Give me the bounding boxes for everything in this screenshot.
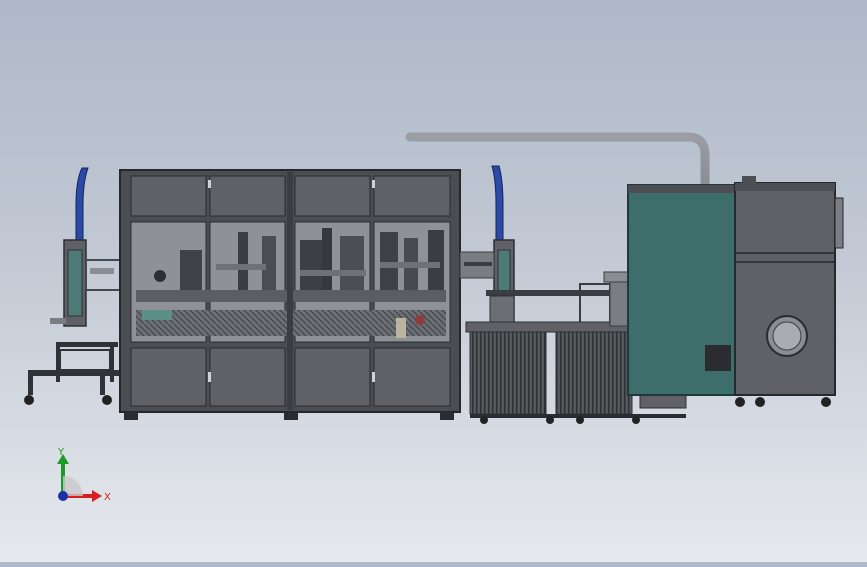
lower-panel — [294, 347, 371, 407]
stacker-head — [489, 295, 515, 325]
duct-end-cap — [405, 132, 415, 142]
conveyor-beam — [486, 290, 630, 296]
dust-collector[interactable] — [734, 176, 844, 407]
collector-body — [734, 182, 836, 396]
collector-wheel — [821, 397, 831, 407]
collector-port-inner — [772, 321, 802, 351]
tower-window — [67, 249, 83, 317]
door-handle — [372, 372, 375, 382]
blue-arm — [75, 167, 89, 249]
teal-cabinet[interactable] — [627, 184, 739, 396]
x-axis-arrowhead — [92, 490, 102, 502]
lower-panel — [373, 347, 451, 407]
blue-arm — [491, 165, 504, 249]
stacker-foot — [546, 416, 554, 424]
cart-top-rail — [56, 342, 118, 347]
stacker-bin-right — [555, 331, 633, 415]
stacker-foot — [632, 416, 640, 424]
main-enclosure[interactable] — [119, 169, 461, 420]
leveling-foot — [440, 412, 454, 420]
collector-cap — [742, 176, 756, 184]
cart-frame — [59, 349, 111, 371]
coordinate-triad[interactable]: Y X — [57, 447, 111, 503]
collector-side-box — [834, 197, 844, 249]
top-panel — [130, 175, 207, 217]
stacker-foot — [480, 416, 488, 424]
door-handle — [208, 372, 211, 382]
teal-cabinet-top — [628, 185, 738, 193]
top-panel — [373, 175, 451, 217]
leveling-foot — [284, 412, 298, 420]
cad-viewport[interactable]: UW Y X — [0, 0, 867, 562]
cart-leg — [28, 370, 33, 395]
stacker-foot — [576, 416, 584, 424]
x-axis-label: X — [104, 492, 111, 503]
transfer-rail — [464, 262, 492, 266]
tower-bracket — [85, 259, 121, 291]
collector-top — [735, 183, 835, 191]
tower-foot — [50, 318, 66, 324]
door-handle — [208, 180, 211, 188]
z-axis-dot — [58, 491, 68, 501]
cart-leg — [100, 370, 105, 395]
lower-panel — [209, 347, 286, 407]
center-mullion — [287, 172, 293, 410]
lower-panel — [130, 347, 207, 407]
collector-wheel — [735, 397, 745, 407]
door-handle — [372, 180, 375, 188]
top-panel — [294, 175, 371, 217]
tower-arm — [90, 268, 114, 274]
stacker-bin-left — [469, 331, 547, 415]
left-loader-tower[interactable] — [50, 167, 121, 327]
caster-wheel — [102, 395, 112, 405]
top-panel — [209, 175, 286, 217]
collector-wheel — [755, 397, 765, 407]
left-cart[interactable] — [24, 342, 120, 405]
teal-cabinet-vent — [705, 345, 731, 371]
y-axis-label: Y — [57, 447, 65, 458]
leveling-foot — [124, 412, 138, 420]
caster-wheel — [24, 395, 34, 405]
